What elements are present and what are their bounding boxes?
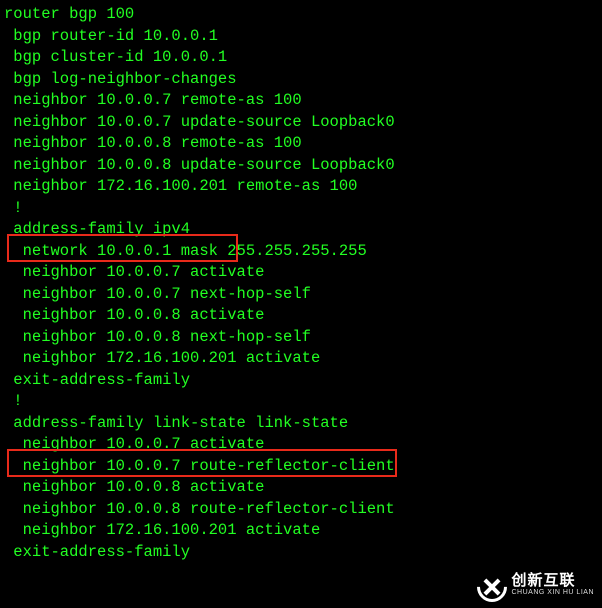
watermark-text: 创新互联 CHUANG XIN HU LIAN bbox=[511, 575, 594, 599]
terminal-output: router bgp 100 bgp router-id 10.0.0.1 bg… bbox=[0, 0, 602, 563]
watermark: 创新互联 CHUANG XIN HU LIAN bbox=[477, 572, 594, 602]
watermark-zh: 创新互联 bbox=[511, 575, 594, 587]
watermark-pinyin: CHUANG XIN HU LIAN bbox=[511, 587, 594, 599]
watermark-logo-icon bbox=[477, 572, 507, 602]
